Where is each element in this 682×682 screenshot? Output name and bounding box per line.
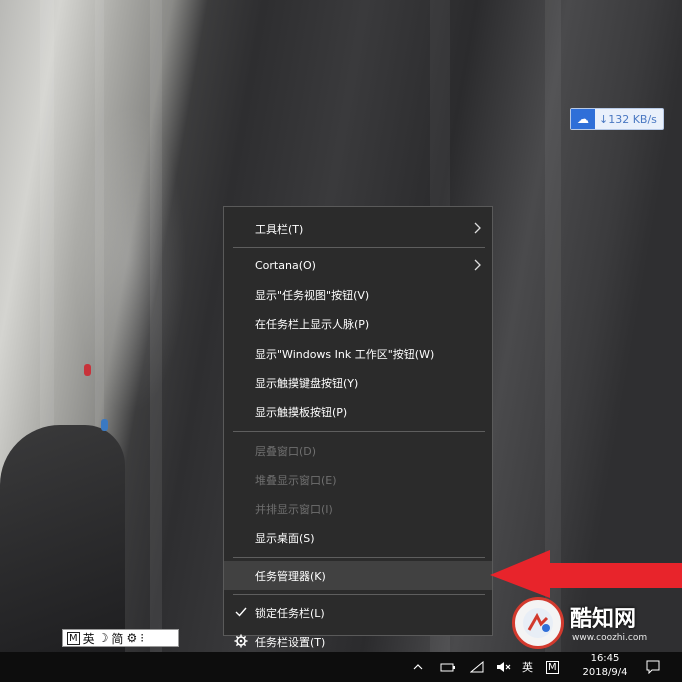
taskbar-context-menu: 工具栏(T) Cortana(O) 显示"任务视图"按钮(V) 在任务栏上显示人… [223,206,493,636]
menu-item-label: 并排显示窗口(I) [255,502,333,516]
menu-item-label: 任务管理器(K) [255,569,326,583]
menu-item-label: 堆叠显示窗口(E) [255,473,337,487]
climber-blue [101,419,108,431]
menu-item-label: 显示触摸板按钮(P) [255,405,348,419]
clock-date: 2018/9/4 [582,667,628,678]
clock-time: 16:45 [590,653,620,664]
gear-icon [234,634,248,648]
settings-icon[interactable]: ⚙ [126,631,137,645]
wallpaper-streak [150,0,162,652]
menu-item-label: 任务栏设置(T) [255,635,326,649]
cloud-icon: ☁ [571,109,595,129]
network-speed-text: ↓132 KB/s [599,112,657,126]
menu-separator [233,431,485,432]
menu-item-side-by-side-windows: 并排显示窗口(I) [224,494,492,523]
taskbar[interactable]: 英 M 16:45 2018/9/4 [0,652,682,682]
taskbar-clock[interactable]: 16:45 2018/9/4 [574,652,636,682]
menu-item-label: 显示桌面(S) [255,531,315,545]
checkmark-icon [235,607,247,617]
tray-chevron-up-icon[interactable] [412,652,424,682]
network-speed-widget[interactable]: ☁ ↓132 KB/s [570,108,664,130]
menu-item-windows-ink-button[interactable]: 显示"Windows Ink 工作区"按钮(W) [224,339,492,368]
menu-item-label: 显示触摸键盘按钮(Y) [255,376,359,390]
menu-item-label: 锁定任务栏(L) [255,606,325,620]
menu-item-label: 显示"Windows Ink 工作区"按钮(W) [255,347,435,361]
ime-mode-box[interactable]: M [67,631,80,645]
watermark-badge-icon [512,597,564,649]
taskbar-language-indicator[interactable]: 英 [522,652,533,682]
watermark-logo: 酷知网 www.coozhi.com [506,593,682,655]
moon-icon[interactable]: ☽ [98,631,109,645]
menu-item-label: 显示"任务视图"按钮(V) [255,288,370,302]
menu-item-label: 工具栏(T) [255,222,304,236]
menu-item-label: 在任务栏上显示人脉(P) [255,317,370,331]
menu-item-stack-windows: 堆叠显示窗口(E) [224,465,492,494]
menu-item-lock-taskbar[interactable]: 锁定任务栏(L) [224,598,492,627]
network-icon[interactable] [470,652,484,682]
action-center-icon[interactable] [646,652,660,682]
menu-item-label: 层叠窗口(D) [255,444,317,458]
taskbar-ime-indicator[interactable]: M [546,652,559,682]
climber-red [84,364,91,376]
annotation-arrow [490,550,682,598]
menu-item-task-manager[interactable]: 任务管理器(K) [224,561,492,590]
menu-item-cascade-windows: 层叠窗口(D) [224,436,492,465]
menu-separator [233,557,485,558]
menu-item-task-view-button[interactable]: 显示"任务视图"按钮(V) [224,280,492,309]
watermark-title: 酷知网 [570,607,637,632]
chevron-right-icon [474,259,481,271]
menu-item-label: Cortana(O) [255,259,316,272]
watermark-url: www.coozhi.com [572,633,648,643]
taskbar-ime-box: M [546,660,559,674]
menu-item-show-desktop[interactable]: 显示桌面(S) [224,523,492,552]
menu-item-cortana[interactable]: Cortana(O) [224,251,492,280]
ime-toolbar[interactable]: M 英 ☽ 简 ⚙ ⁝ [62,629,179,647]
menu-separator [233,594,485,595]
menu-item-show-people[interactable]: 在任务栏上显示人脉(P) [224,309,492,338]
menu-item-touchpad-button[interactable]: 显示触摸板按钮(P) [224,397,492,426]
volume-muted-icon[interactable] [496,652,512,682]
wallpaper-rock [0,425,125,652]
ime-charset-toggle[interactable]: 简 [111,630,123,647]
ime-language-toggle[interactable]: 英 [83,630,95,647]
battery-icon[interactable] [440,652,456,682]
chevron-right-icon [474,222,481,234]
menu-separator [233,247,485,248]
more-icon[interactable]: ⁝ [140,631,144,645]
menu-item-touch-keyboard-button[interactable]: 显示触摸键盘按钮(Y) [224,368,492,397]
menu-item-toolbars[interactable]: 工具栏(T) [224,214,492,243]
